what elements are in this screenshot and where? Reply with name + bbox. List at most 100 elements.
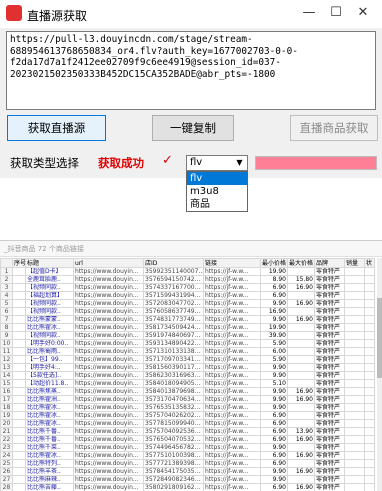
table-cell[interactable]: 比比熊麻辣..: [25, 475, 74, 484]
table-cell[interactable]: 6.90: [260, 411, 288, 420]
table-cell[interactable]: 零食特产: [314, 475, 345, 484]
table-cell[interactable]: 9.90: [260, 403, 288, 412]
table-cell[interactable]: [287, 355, 315, 364]
vertical-scrollbar[interactable]: [377, 258, 382, 491]
table-cell[interactable]: https://www.douyin...: [73, 299, 144, 308]
table-cell[interactable]: 零食特产: [314, 283, 345, 292]
table-cell[interactable]: 零食特产: [314, 315, 345, 324]
table-cell[interactable]: [287, 371, 315, 380]
table-row[interactable]: 25 比比熊特列.. https://www.douyin... 3577721389…: [0, 459, 375, 468]
table-cell[interactable]: [344, 443, 365, 452]
table-cell[interactable]: [287, 347, 315, 356]
table-cell[interactable]: [344, 307, 365, 316]
table-cell[interactable]: 3576504070532...: [143, 435, 204, 444]
table-cell[interactable]: 3571599431994...: [143, 291, 204, 300]
table-cell[interactable]: [364, 299, 375, 308]
table-cell[interactable]: https://jf-w.w...: [203, 291, 261, 300]
table-row[interactable]: 16 比比熊焦蒸.. https://www.douyin... 3584013879…: [0, 387, 375, 396]
table-cell[interactable]: 比比熊千番..: [25, 427, 74, 436]
table-cell[interactable]: [12, 307, 26, 316]
table-cell[interactable]: [287, 459, 315, 468]
table-cell[interactable]: [287, 419, 315, 428]
table-cell[interactable]: https://www.douyin...: [73, 275, 144, 284]
table-cell[interactable]: 16.90: [287, 395, 315, 404]
table-cell[interactable]: [287, 443, 315, 452]
table-row[interactable]: 24 比比熊霍冰.. https://www.douyin... 3577510100…: [0, 451, 375, 460]
table-row[interactable]: 20 比比熊霍冰.. https://www.douyin... 3577815099…: [0, 419, 375, 428]
column-header[interactable]: 最小价格: [260, 258, 288, 268]
table-cell[interactable]: [12, 403, 26, 412]
table-row[interactable]: 15 【动超价11.8.. https://www.douyin... 3584018…: [0, 379, 375, 388]
table-cell[interactable]: [344, 283, 365, 292]
table-cell[interactable]: [344, 419, 365, 428]
table-cell[interactable]: 3574337167700...: [143, 283, 204, 292]
table-cell[interactable]: https://www.douyin...: [73, 291, 144, 300]
table-cell[interactable]: 零食特产: [314, 363, 345, 372]
table-cell[interactable]: [12, 427, 26, 436]
table-cell[interactable]: 零食特产: [314, 467, 345, 476]
table-cell[interactable]: 16.90: [287, 315, 315, 324]
table-cell[interactable]: [12, 379, 26, 388]
table-cell[interactable]: https://jf-w.w...: [203, 483, 261, 491]
table-cell[interactable]: https://jf-w.w...: [203, 283, 261, 292]
table-cell[interactable]: [364, 323, 375, 332]
table-cell[interactable]: 3573170470634...: [143, 395, 204, 404]
column-header[interactable]: 标题: [25, 258, 74, 268]
column-header[interactable]: url: [73, 258, 144, 268]
table-cell[interactable]: 零食特产: [314, 395, 345, 404]
table-cell[interactable]: 9.90: [260, 443, 288, 452]
table-cell[interactable]: [344, 371, 365, 380]
table-cell[interactable]: 9.90: [260, 299, 288, 308]
table-cell[interactable]: 【动超价11.8..: [25, 379, 74, 388]
table-cell[interactable]: 【超值D卡】: [25, 267, 74, 276]
table-cell[interactable]: 16.90: [287, 451, 315, 460]
table-cell[interactable]: 零食特产: [314, 411, 345, 420]
table-cell[interactable]: 比比熊千番..: [25, 435, 74, 444]
table-cell[interactable]: [12, 451, 26, 460]
table-cell[interactable]: 35992351140007...: [143, 267, 204, 276]
table-cell[interactable]: https://www.douyin...: [73, 435, 144, 444]
table-cell[interactable]: 3580291809162...: [143, 483, 204, 491]
table-cell[interactable]: https://jf-w.w...: [203, 475, 261, 484]
minimize-button[interactable]: —: [298, 4, 320, 22]
table-cell[interactable]: 【明手好4:..: [25, 363, 74, 372]
table-cell[interactable]: 零食特产: [314, 347, 345, 356]
table-cell[interactable]: [287, 331, 315, 340]
table-row[interactable]: 23 比比熊千菜.. https://www.douyin... 3574496456…: [0, 443, 375, 452]
table-cell[interactable]: https://www.douyin...: [73, 443, 144, 452]
table-cell[interactable]: 16.90: [287, 283, 315, 292]
table-cell[interactable]: [344, 459, 365, 468]
column-header[interactable]: 销量: [344, 258, 365, 268]
table-cell[interactable]: 零食特产: [314, 267, 345, 276]
table-cell[interactable]: [287, 339, 315, 348]
table-cell[interactable]: https://jf-w.w...: [203, 419, 261, 428]
table-cell[interactable]: 3586230316963...: [143, 371, 204, 380]
table-cell[interactable]: 零食特产: [314, 371, 345, 380]
table-cell[interactable]: [344, 275, 365, 284]
table-cell[interactable]: 全鹿茸胎鹿..: [25, 275, 74, 284]
chevron-down-icon[interactable]: ▼: [233, 156, 246, 170]
scrollbar-thumb[interactable]: [377, 298, 382, 378]
table-cell[interactable]: [364, 387, 375, 396]
table-row[interactable]: 5 【视频同款.. https://www.douyin... 35720830477…: [0, 299, 375, 308]
table-cell[interactable]: [12, 387, 26, 396]
table-cell[interactable]: https://jf-w.w...: [203, 307, 261, 316]
table-cell[interactable]: https://www.douyin...: [73, 331, 144, 340]
table-cell[interactable]: 3576058637749...: [143, 307, 204, 316]
table-cell[interactable]: 9.90: [260, 475, 288, 484]
table-cell[interactable]: https://www.douyin...: [73, 387, 144, 396]
table-cell[interactable]: [364, 267, 375, 276]
table-cell[interactable]: 比比熊千菜..: [25, 443, 74, 452]
table-cell[interactable]: https://jf-w.w...: [203, 267, 261, 276]
table-cell[interactable]: [287, 363, 315, 372]
table-cell[interactable]: 13.90: [287, 427, 315, 436]
table-cell[interactable]: 6.90: [260, 451, 288, 460]
table-cell[interactable]: 零食特产: [314, 299, 345, 308]
table-cell[interactable]: 零食特产: [314, 419, 345, 428]
table-cell[interactable]: 比比熊霍洲..: [25, 395, 74, 404]
table-cell[interactable]: https://jf-w.w...: [203, 339, 261, 348]
table-cell[interactable]: [364, 291, 375, 300]
column-header[interactable]: 店ID: [143, 258, 204, 268]
table-cell[interactable]: 15.80: [287, 275, 315, 284]
table-cell[interactable]: [364, 427, 375, 436]
